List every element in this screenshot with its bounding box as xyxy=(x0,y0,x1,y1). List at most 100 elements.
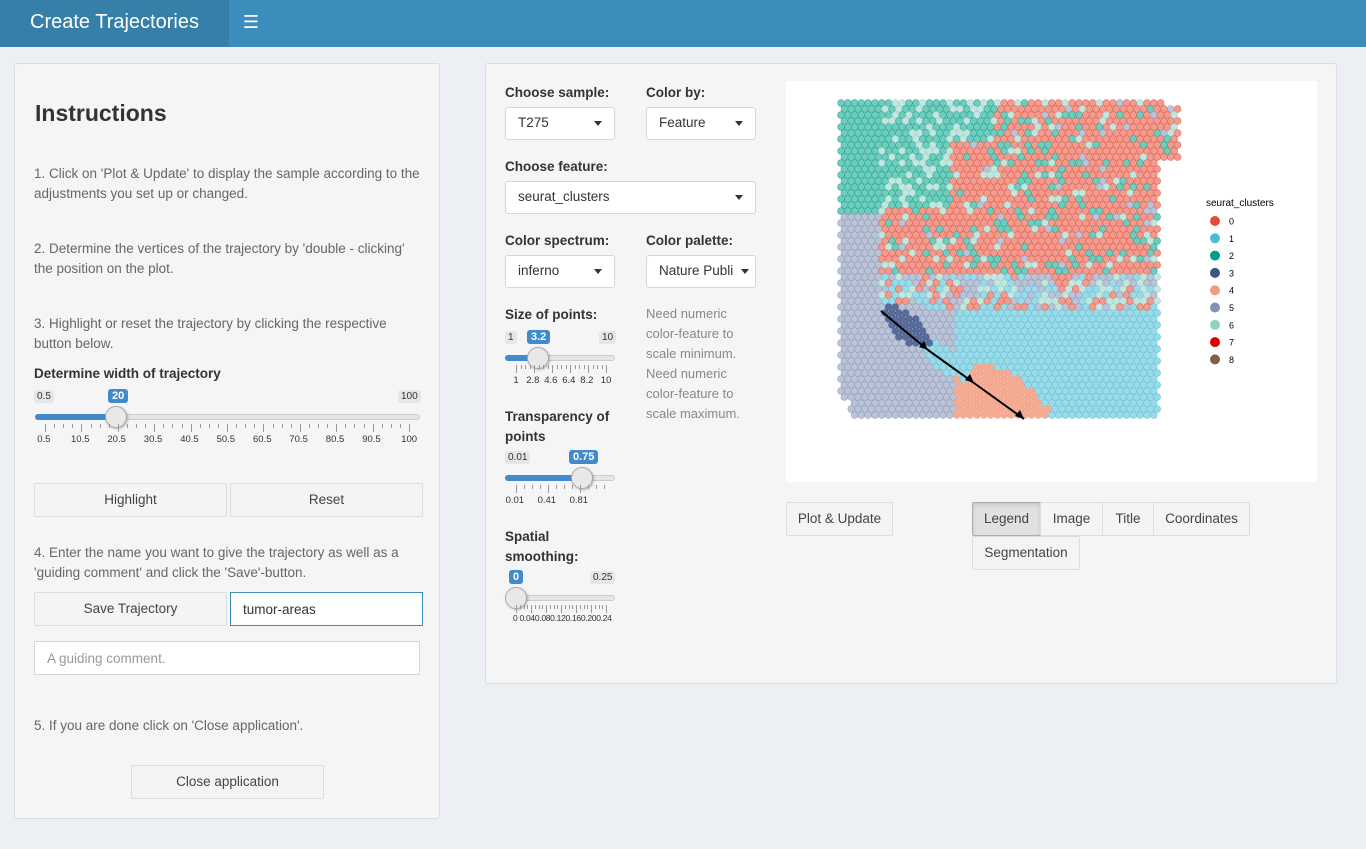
plot-spot xyxy=(969,309,978,317)
image-toggle-button[interactable]: Image xyxy=(1040,502,1103,536)
plot-spot xyxy=(1027,291,1036,299)
plot-spot xyxy=(1010,309,1019,317)
segmentation-toggle-button[interactable]: Segmentation xyxy=(972,536,1080,570)
size-slider-min: 1 xyxy=(505,331,517,344)
plot-spot xyxy=(935,297,944,305)
plot-spot xyxy=(871,159,879,167)
plot-spot xyxy=(1034,399,1042,407)
plot-spot xyxy=(1129,339,1138,347)
plot-spot xyxy=(864,99,872,107)
plot-spot xyxy=(963,117,971,125)
plot-spot xyxy=(939,171,947,179)
plot-spot xyxy=(1003,309,1012,317)
spectrum-select[interactable]: inferno xyxy=(505,255,615,288)
plot-spot xyxy=(905,183,913,191)
guiding-comment-input[interactable] xyxy=(34,641,420,675)
plot-spot xyxy=(925,399,934,407)
plot-spot xyxy=(932,99,940,107)
plot-spot xyxy=(1054,219,1063,227)
plot-spot xyxy=(946,303,954,311)
plot-spot xyxy=(1143,255,1151,263)
plot-spot xyxy=(1078,117,1087,125)
plot-spot xyxy=(1010,165,1019,173)
plot-spot xyxy=(976,225,985,233)
slider-tick xyxy=(372,424,374,432)
trajectory-name-input[interactable] xyxy=(230,592,423,626)
plot-spot xyxy=(952,123,961,131)
plot-spot xyxy=(1061,399,1070,407)
plot-spot xyxy=(1150,315,1158,323)
plot-spot xyxy=(837,363,845,371)
plot-spot xyxy=(969,321,978,329)
plot-spot xyxy=(956,405,964,413)
coordinates-toggle-button[interactable]: Coordinates xyxy=(1153,502,1250,536)
plot-spot xyxy=(1058,369,1066,377)
plot-spot xyxy=(1051,369,1059,377)
plot-spot xyxy=(1041,411,1049,419)
legend-toggle-button[interactable]: Legend xyxy=(972,502,1041,536)
title-toggle-button[interactable]: Title xyxy=(1102,502,1154,536)
plot-spot xyxy=(1027,219,1036,227)
highlight-button[interactable]: Highlight xyxy=(34,483,227,517)
slider-tick xyxy=(552,365,553,373)
spatial-plot-canvas[interactable]: seurat_clusters 012345678 xyxy=(786,81,1317,482)
transparency-slider-handle[interactable] xyxy=(571,467,593,489)
reset-button[interactable]: Reset xyxy=(230,483,423,517)
plot-spot xyxy=(1156,99,1165,107)
plot-spot xyxy=(891,303,900,311)
plot-spot xyxy=(878,363,886,371)
plot-spot xyxy=(1095,387,1104,395)
slider-tick xyxy=(580,485,581,493)
slider-minor-tick xyxy=(254,424,256,428)
plot-spot xyxy=(837,135,845,143)
spatial-plot[interactable]: seurat_clusters 012345678 xyxy=(786,81,1317,482)
feature-select[interactable]: seurat_clusters xyxy=(505,181,756,214)
plot-spot xyxy=(901,177,910,185)
sample-select[interactable]: T275 xyxy=(505,107,615,140)
plot-spot xyxy=(1153,345,1161,353)
plot-spot xyxy=(867,333,876,341)
plot-spot xyxy=(986,315,995,323)
plot-spot xyxy=(993,111,1002,119)
close-application-button[interactable]: Close application xyxy=(131,765,324,799)
plot-spot xyxy=(1037,405,1046,413)
plot-spot xyxy=(891,99,900,107)
plot-spot xyxy=(963,261,971,269)
plot-spot xyxy=(925,135,934,143)
plot-spot xyxy=(854,237,862,245)
plot-spot xyxy=(1085,237,1093,245)
plot-spot xyxy=(1048,255,1056,263)
plot-spot xyxy=(1024,309,1032,317)
plot-update-button[interactable]: Plot & Update xyxy=(786,502,893,536)
plot-spot xyxy=(986,159,995,167)
plot-spot xyxy=(901,237,910,245)
plot-spot xyxy=(874,285,883,293)
plot-spot xyxy=(1061,411,1070,419)
plot-spot xyxy=(1024,381,1032,389)
plot-spot xyxy=(1105,345,1114,353)
plot-spot xyxy=(1058,225,1066,233)
plot-spot xyxy=(1085,213,1093,221)
save-trajectory-button[interactable]: Save Trajectory xyxy=(34,592,227,626)
plot-spot xyxy=(997,333,1005,341)
plot-spot xyxy=(1078,249,1087,257)
plot-spot xyxy=(1061,315,1070,323)
plot-spot xyxy=(837,183,845,191)
colorby-select[interactable]: Feature xyxy=(646,107,756,140)
numeric-feature-note: Need numeric color-feature to scale mini… xyxy=(646,306,740,421)
palette-select[interactable]: Nature Publi xyxy=(646,255,756,288)
plot-spot xyxy=(884,231,893,239)
hamburger-icon[interactable]: ☰ xyxy=(229,0,273,47)
plot-spot xyxy=(1068,399,1076,407)
plot-spot xyxy=(1167,129,1175,137)
plot-spot xyxy=(1105,153,1114,161)
slider-minor-tick xyxy=(561,365,562,369)
plot-spot xyxy=(1034,351,1042,359)
plot-spot xyxy=(997,261,1005,269)
plot-spot xyxy=(929,381,937,389)
plot-spot xyxy=(952,315,961,323)
plot-spot xyxy=(986,267,995,275)
plot-spot xyxy=(1146,249,1155,257)
slider-minor-tick xyxy=(63,424,65,428)
plot-spot xyxy=(942,189,951,197)
